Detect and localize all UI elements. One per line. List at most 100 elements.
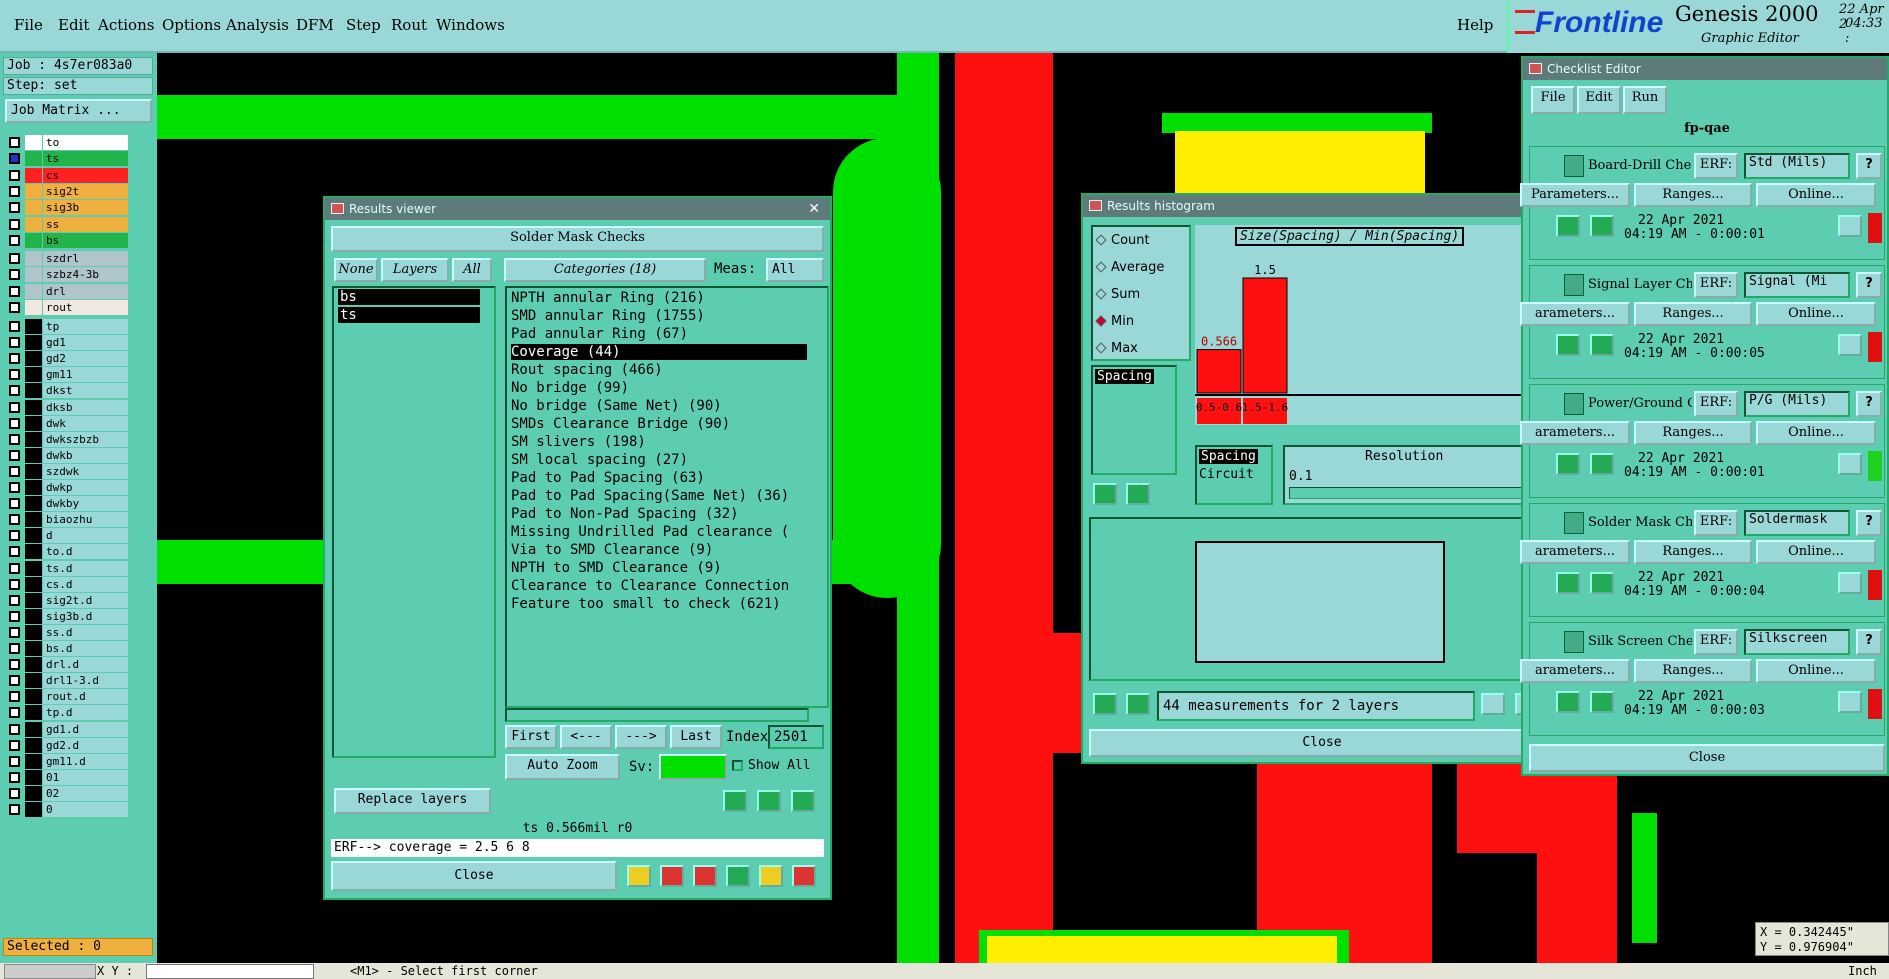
layer-name[interactable]: gm11.d: [43, 753, 128, 769]
layer-checkbox[interactable]: [9, 253, 20, 264]
layer-row-to[interactable]: to: [6, 135, 128, 150]
layer-row-bs.d[interactable]: bs.d: [6, 641, 128, 656]
online-button[interactable]: Online...: [1756, 421, 1876, 445]
layer-checkbox[interactable]: [9, 137, 20, 148]
layer-row-cs[interactable]: cs: [6, 167, 128, 183]
menu-help[interactable]: Help: [1457, 16, 1493, 34]
category-item[interactable]: Coverage (44): [511, 344, 807, 360]
layer-list[interactable]: bs ts: [332, 286, 496, 758]
layer-row-szdwk[interactable]: szdwk: [6, 463, 128, 479]
category-item[interactable]: SMDs Clearance Bridge (90): [511, 416, 730, 432]
check-erf-button[interactable]: ERF:: [1694, 153, 1738, 179]
undo-icon[interactable]: [791, 790, 815, 812]
zoom-icon[interactable]: [1838, 334, 1862, 356]
export-icon[interactable]: [726, 865, 750, 887]
next-button[interactable]: --->: [615, 725, 667, 749]
all-layers-button[interactable]: All: [452, 258, 492, 282]
category-item[interactable]: No bridge (Same Net) (90): [511, 398, 722, 414]
layer-name[interactable]: szdwk: [43, 463, 128, 479]
report-icon[interactable]: [759, 865, 783, 887]
layer-row-drl.d[interactable]: drl.d: [6, 657, 128, 673]
online-button[interactable]: Online...: [1756, 540, 1876, 564]
online-button[interactable]: Online...: [1756, 659, 1876, 683]
layer-checkbox[interactable]: [9, 578, 20, 590]
layer-checkbox[interactable]: [9, 449, 20, 461]
layer-checkbox[interactable]: [9, 707, 20, 719]
export-icon[interactable]: [1481, 693, 1505, 715]
results-close-button[interactable]: Close: [331, 861, 617, 891]
category-item[interactable]: Pad to Non-Pad Spacing (32): [511, 506, 739, 522]
layer-color-swatch[interactable]: [25, 705, 42, 721]
layer-checkbox[interactable]: [9, 269, 20, 281]
layer-name[interactable]: dwkb: [43, 447, 128, 463]
layer-name[interactable]: drl: [43, 283, 128, 299]
layer-checkbox[interactable]: [9, 691, 20, 703]
check-name[interactable]: Signal Layer Ch: [1588, 277, 1692, 292]
last-button[interactable]: Last: [670, 725, 722, 749]
param-list-item[interactable]: Spacing: [1095, 369, 1154, 384]
check-name[interactable]: Solder Mask Che: [1588, 515, 1692, 530]
layer-color-swatch[interactable]: [25, 608, 42, 624]
layer-name[interactable]: 01: [43, 769, 128, 785]
layer-row-gd2.d[interactable]: gd2.d: [6, 737, 128, 753]
run-icon[interactable]: [1556, 215, 1580, 237]
window-menu-icon[interactable]: [1089, 200, 1102, 211]
parameters-button[interactable]: arameters...: [1520, 540, 1630, 564]
layer-name[interactable]: gd1.d: [43, 721, 128, 737]
layer-row-gd1.d[interactable]: gd1.d: [6, 721, 128, 737]
layer-row-ss[interactable]: ss: [6, 216, 128, 232]
layer-checkbox[interactable]: [9, 659, 20, 671]
layer-color-swatch[interactable]: [25, 769, 42, 785]
close-icon[interactable]: ✕: [808, 198, 820, 220]
layer-color-swatch[interactable]: [25, 216, 42, 232]
meas-select[interactable]: All: [766, 258, 824, 282]
help-icon[interactable]: ?: [1856, 629, 1882, 655]
layer-checkbox[interactable]: [9, 675, 20, 687]
layer-row-02[interactable]: 02: [6, 785, 128, 801]
layer-checkbox[interactable]: [9, 417, 20, 429]
category-item[interactable]: Pad to Pad Spacing(Same Net) (36): [511, 488, 789, 504]
zoom-icon[interactable]: [1838, 572, 1862, 594]
layer-color-swatch[interactable]: [25, 399, 42, 415]
layer-checkbox[interactable]: [9, 530, 20, 542]
layer-name[interactable]: gd2.d: [43, 737, 128, 753]
option-count[interactable]: Count: [1095, 233, 1150, 248]
layer-color-swatch[interactable]: [25, 512, 42, 528]
option-average[interactable]: Average: [1095, 260, 1164, 275]
check-name[interactable]: Silk Screen Che: [1588, 634, 1692, 649]
zoom-icon[interactable]: [1838, 453, 1862, 475]
layer-checkbox[interactable]: [9, 626, 20, 638]
layer-row-rout[interactable]: rout: [6, 299, 128, 315]
layer-name[interactable]: dwkby: [43, 496, 128, 512]
layer-color-swatch[interactable]: [25, 232, 42, 248]
layer-name[interactable]: d: [43, 528, 128, 544]
auto-zoom-select[interactable]: Auto Zoom: [505, 754, 620, 780]
layer-color-swatch[interactable]: [25, 737, 42, 753]
checklist-menu-run[interactable]: Run: [1623, 86, 1667, 114]
layer-row-to.d[interactable]: to.d: [6, 544, 128, 560]
layer-row-dwkszbzb[interactable]: dwkszbzb: [6, 431, 128, 447]
layer-checkbox[interactable]: [9, 482, 20, 493]
histogram-icon[interactable]: [792, 865, 816, 887]
layer-row-dwk[interactable]: dwk: [6, 415, 128, 431]
check-erf-value[interactable]: Soldermask: [1744, 510, 1850, 536]
layer-checkbox[interactable]: [9, 153, 20, 165]
layer-checkbox[interactable]: [9, 353, 20, 365]
layer-row-01[interactable]: 01: [6, 769, 128, 785]
online-button[interactable]: Online...: [1756, 302, 1876, 326]
category-item[interactable]: NPTH to SMD Clearance (9): [511, 560, 722, 576]
ref-icon[interactable]: [757, 790, 781, 812]
layer-list-item[interactable]: ts: [338, 307, 480, 323]
layer-color-swatch[interactable]: [25, 183, 42, 199]
layer-name[interactable]: ss: [43, 216, 128, 232]
category-item[interactable]: No bridge (99): [511, 380, 629, 396]
layer-row-drl[interactable]: drl: [6, 283, 128, 299]
run-all-icon[interactable]: [1590, 334, 1614, 356]
layer-color-swatch[interactable]: [25, 135, 42, 150]
display-icon[interactable]: [660, 865, 684, 887]
check-name[interactable]: Board-Drill Che: [1588, 158, 1692, 173]
layer-color-swatch[interactable]: [25, 283, 42, 299]
menu-step[interactable]: Step: [346, 16, 381, 34]
layer-row-tp.d[interactable]: tp.d: [6, 705, 128, 721]
command-input[interactable]: [146, 964, 314, 979]
